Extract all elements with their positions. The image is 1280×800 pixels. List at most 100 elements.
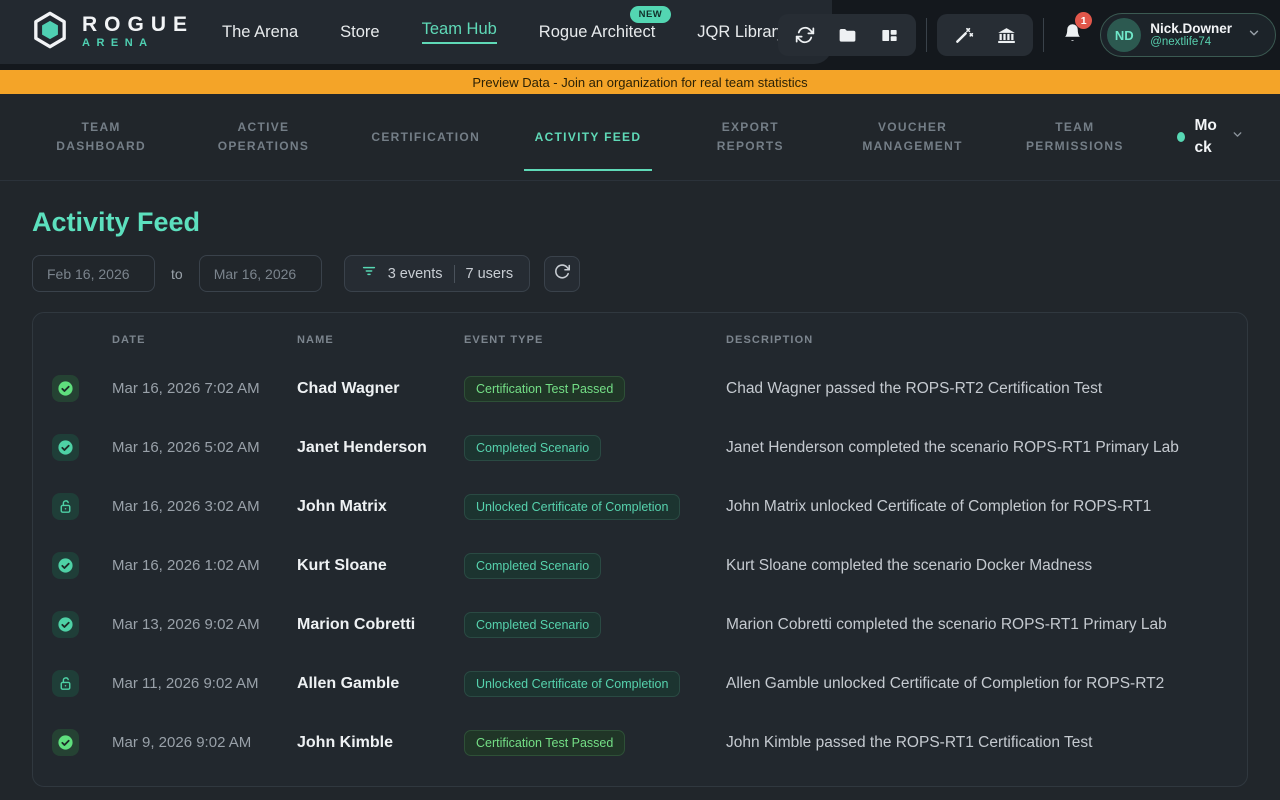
user-menu[interactable]: ND Nick.Downer @nextlife74 [1100, 13, 1276, 57]
magic-wand-icon[interactable] [947, 21, 981, 49]
activity-table-card: DATENAMEEVENT TYPEDESCRIPTION Mar 16, 20… [32, 312, 1248, 787]
nav-link-jqr-library[interactable]: JQR Library [697, 23, 785, 42]
team-selector-label: Mock [1194, 115, 1222, 160]
nav-link-store[interactable]: Store [340, 23, 379, 42]
event-date: Mar 9, 2026 9:02 AM [112, 734, 297, 751]
user-handle: @nextlife74 [1150, 36, 1232, 49]
chevron-down-icon [1231, 128, 1244, 146]
team-hub-tab-bar: TEAM DASHBOARD ACTIVE OPERATIONS CERTIFICA… [0, 94, 1280, 181]
event-date: Mar 16, 2026 1:02 AM [112, 557, 297, 574]
avatar: ND [1107, 18, 1141, 52]
tab-label: TEAM DASHBOARD [41, 118, 161, 155]
tab-label: VOUCHER MANAGEMENT [853, 118, 973, 155]
table-row: Mar 13, 2026 9:02 AMMarion CobrettiCompl… [33, 595, 1247, 654]
event-date: Mar 16, 2026 3:02 AM [112, 498, 297, 515]
date-range-to-label: to [171, 266, 183, 282]
sync-icon[interactable] [788, 21, 822, 49]
logo-line1: ROGUE [82, 14, 194, 36]
table-row: Mar 16, 2026 7:02 AMChad WagnerCertifica… [33, 359, 1247, 418]
logo-wordmark: ROGUE ARENA [82, 14, 194, 50]
event-type-badge: Unlocked Certificate of Completion [464, 671, 680, 697]
table-body: Mar 16, 2026 7:02 AMChad WagnerCertifica… [33, 359, 1247, 772]
date-from-input[interactable]: Feb 16, 2026 [32, 255, 155, 292]
filter-pill-divider [454, 265, 455, 283]
event-description: Allen Gamble unlocked Certificate of Com… [726, 675, 1229, 693]
event-description: Chad Wagner passed the ROPS-RT2 Certific… [726, 380, 1229, 398]
tab-voucher-management[interactable]: VOUCHER MANAGEMENT [831, 94, 993, 180]
folder-icon[interactable] [830, 21, 864, 49]
table-row: Mar 16, 2026 3:02 AMJohn MatrixUnlocked … [33, 477, 1247, 536]
table-row: Mar 11, 2026 9:02 AMAllen GambleUnlocked… [33, 654, 1247, 713]
chevron-down-icon [1247, 26, 1261, 45]
tab-activity-feed[interactable]: ACTIVITY FEED [507, 94, 669, 180]
table-row: Mar 9, 2026 9:02 AMJohn KimbleCertificat… [33, 713, 1247, 772]
event-date: Mar 16, 2026 5:02 AM [112, 439, 297, 456]
notification-count-badge: 1 [1075, 12, 1092, 29]
workspace-tools-group [778, 14, 916, 56]
lock-open-icon [52, 670, 79, 697]
topbar-actions: 1 ND Nick.Downer @nextlife74 [778, 0, 1280, 70]
event-date: Mar 13, 2026 9:02 AM [112, 616, 297, 633]
tab-label: ACTIVITY FEED [535, 128, 642, 147]
table-header-row: DATENAMEEVENT TYPEDESCRIPTION [33, 313, 1247, 359]
page-title: Activity Feed [32, 207, 1248, 238]
user-name: Marion Cobretti [297, 616, 464, 634]
filter-row: Feb 16, 2026 to Mar 16, 2026 3 events 7 … [32, 255, 1248, 292]
admin-tools-group [937, 14, 1033, 56]
event-type-badge: Completed Scenario [464, 553, 601, 579]
event-date: Mar 11, 2026 9:02 AM [112, 675, 297, 692]
topbar-divider-2 [1043, 18, 1044, 52]
nav-link-team-hub[interactable]: Team Hub [422, 20, 497, 44]
hexagon-logo-icon [30, 10, 70, 55]
new-badge: NEW [630, 6, 672, 23]
topbar-divider [926, 18, 927, 52]
user-name: Allen Gamble [297, 675, 464, 693]
lock-open-icon [52, 493, 79, 520]
tab-active-operations[interactable]: ACTIVE OPERATIONS [182, 94, 344, 180]
user-name: Janet Henderson [297, 439, 464, 457]
tab-team-permissions[interactable]: TEAM PERMISSIONS [994, 94, 1156, 180]
event-type-badge: Certification Test Passed [464, 730, 625, 756]
primary-nav-section: ROGUE ARENA The Arena Store Team Hub Rogue … [0, 0, 832, 64]
top-navigation-bar: ROGUE ARENA The Arena Store Team Hub Rogue … [0, 0, 1280, 70]
event-type-badge: Certification Test Passed [464, 376, 625, 402]
tab-label: CERTIFICATION [371, 128, 480, 147]
check-circle-icon [52, 729, 79, 756]
banner-text: Preview Data - Join an organization for … [472, 75, 807, 90]
team-status-dot-icon [1177, 132, 1185, 142]
user-name: John Kimble [297, 734, 464, 752]
filter-icon [361, 263, 377, 284]
date-to-input[interactable]: Mar 16, 2026 [199, 255, 322, 292]
user-name: Chad Wagner [297, 380, 464, 398]
event-date: Mar 16, 2026 7:02 AM [112, 380, 297, 397]
rogue-arena-logo[interactable]: ROGUE ARENA [30, 10, 194, 55]
table-row: Mar 16, 2026 5:02 AMJanet HendersonCompl… [33, 418, 1247, 477]
filter-summary-button[interactable]: 3 events 7 users [344, 255, 530, 292]
layout-icon[interactable] [872, 21, 906, 49]
event-type-badge: Unlocked Certificate of Completion [464, 494, 680, 520]
event-description: Janet Henderson completed the scenario R… [726, 439, 1229, 457]
bank-icon[interactable] [989, 21, 1023, 49]
event-description: Marion Cobretti completed the scenario R… [726, 616, 1229, 634]
tab-certification[interactable]: CERTIFICATION [345, 94, 507, 180]
event-description: Kurt Sloane completed the scenario Docke… [726, 557, 1229, 575]
user-name: Nick.Downer [1150, 21, 1232, 37]
refresh-icon [554, 263, 571, 285]
tab-team-dashboard[interactable]: TEAM DASHBOARD [20, 94, 182, 180]
table-row: Mar 16, 2026 1:02 AMKurt SloaneCompleted… [33, 536, 1247, 595]
users-count: 7 users [466, 266, 514, 282]
team-selector-dropdown[interactable]: Mock [1156, 115, 1266, 160]
preview-data-banner: Preview Data - Join an organization for … [0, 70, 1280, 94]
nav-link-the-arena[interactable]: The Arena [222, 23, 298, 42]
check-circle-icon [52, 434, 79, 461]
event-description: John Kimble passed the ROPS-RT1 Certific… [726, 734, 1229, 752]
column-header-description: DESCRIPTION [726, 334, 1229, 346]
tab-label: TEAM PERMISSIONS [1015, 118, 1135, 155]
nav-link-rogue-architect[interactable]: Rogue ArchitectNEW [539, 23, 655, 42]
notifications-button[interactable]: 1 [1054, 14, 1090, 56]
tab-label: EXPORT REPORTS [690, 118, 810, 155]
check-circle-icon [52, 552, 79, 579]
event-type-badge: Completed Scenario [464, 435, 601, 461]
tab-export-reports[interactable]: EXPORT REPORTS [669, 94, 831, 180]
refresh-button[interactable] [544, 256, 580, 292]
